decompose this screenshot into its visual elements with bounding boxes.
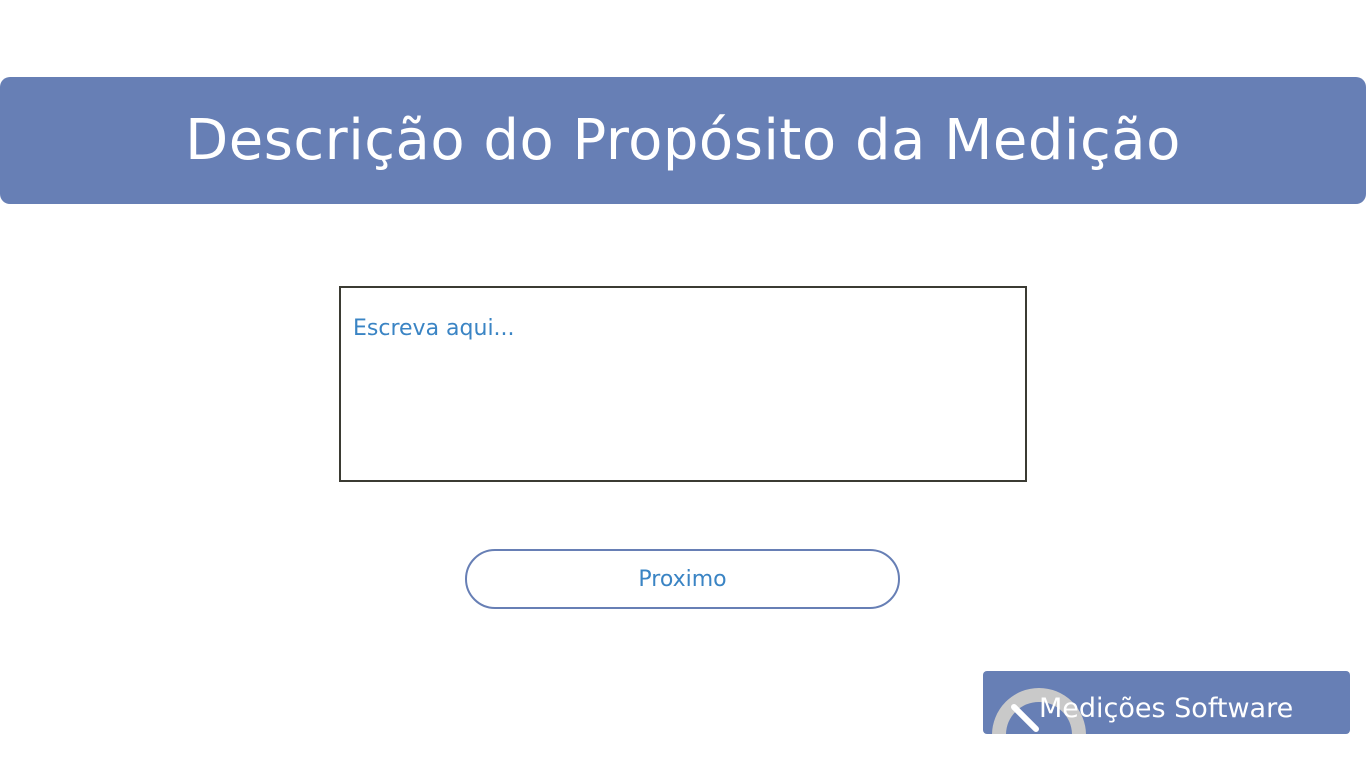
brand-label: Medições Software	[1039, 693, 1294, 724]
page: Descrição do Propósito da Medição Proxim…	[0, 0, 1366, 768]
description-box	[339, 286, 1027, 482]
page-title: Descrição do Propósito da Medição	[185, 108, 1181, 173]
description-input[interactable]	[341, 288, 1025, 480]
header-banner: Descrição do Propósito da Medição	[0, 77, 1366, 204]
brand-badge: Medições Software	[983, 671, 1350, 734]
next-button[interactable]: Proximo	[465, 549, 900, 609]
